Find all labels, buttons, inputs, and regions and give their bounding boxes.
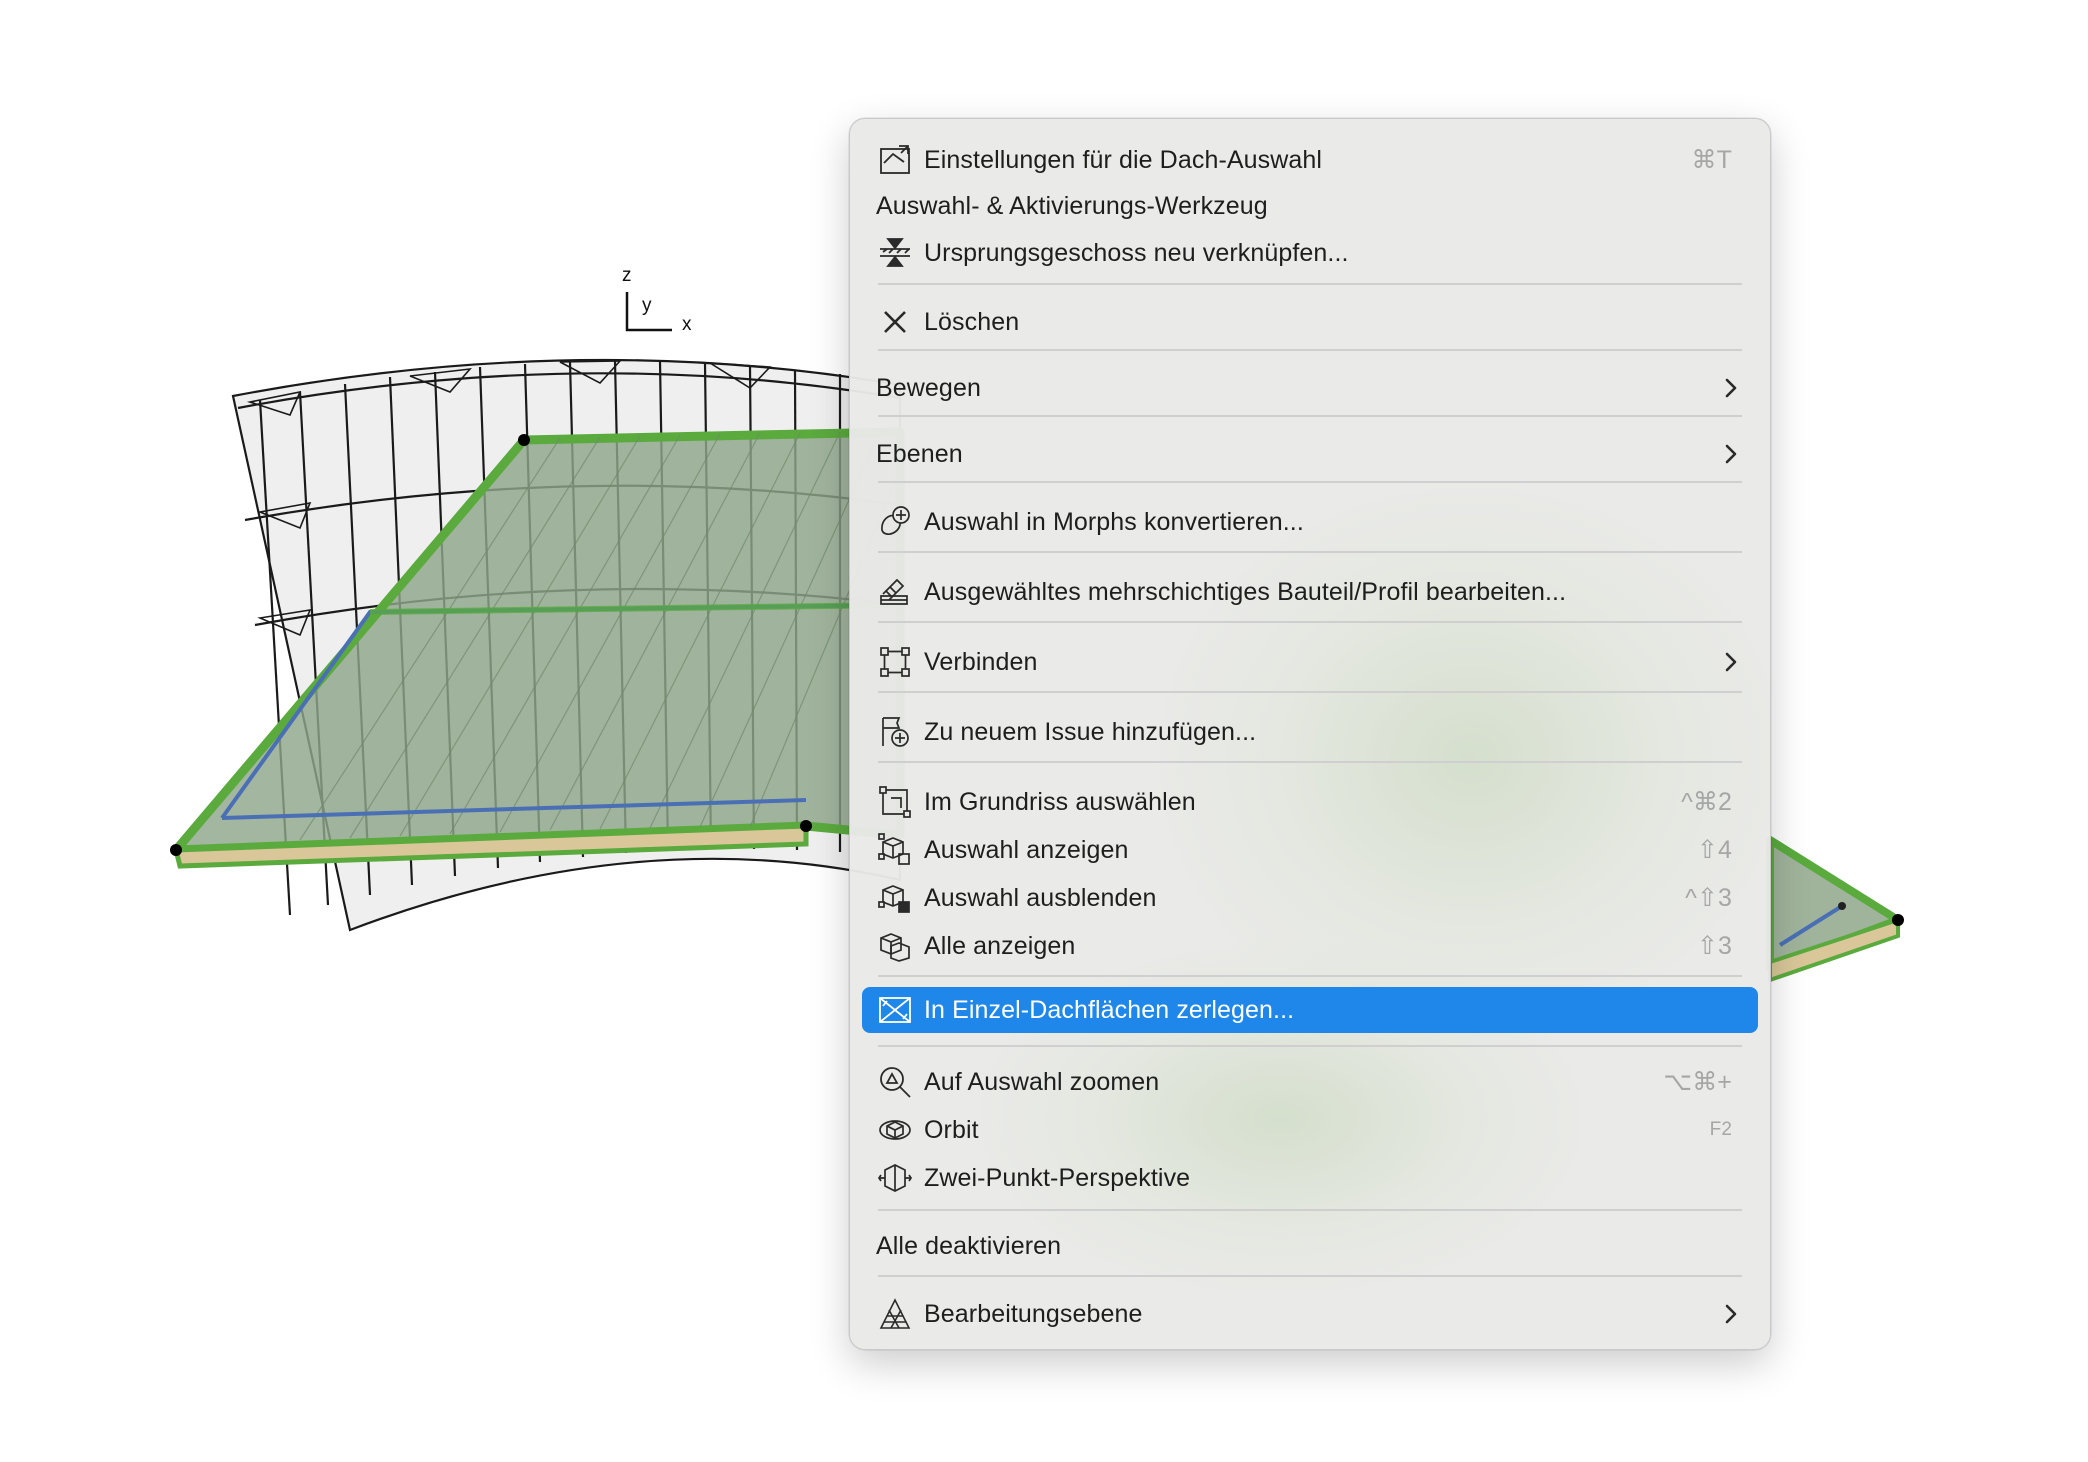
menu-separator (878, 551, 1742, 553)
roof-slab-right (1766, 836, 1904, 983)
menu-item-in-einzel-dachflächen-zerlegen[interactable]: In Einzel-Dachflächen zerlegen... (862, 987, 1758, 1033)
chevron-right-icon (1725, 1304, 1737, 1324)
menu-item-label: Auf Auswahl zoomen (924, 1067, 1160, 1096)
menu-item-löschen[interactable]: Löschen (862, 299, 1758, 345)
shortcut-label: ⌥⌘+ (1663, 1068, 1732, 1096)
menu-item-label: Zu neuem Issue hinzufügen... (924, 717, 1257, 746)
menu-item-auswahl-ausblenden[interactable]: Auswahl ausblenden ^⇧3 (862, 875, 1758, 921)
menu-item-label: Orbit (924, 1115, 979, 1144)
axis-gizmo: z y x (622, 265, 692, 335)
menu-item-auswahl-anzeigen[interactable]: Auswahl anzeigen ⇧4 (862, 827, 1758, 873)
zoom-selection-icon (876, 1063, 914, 1101)
menu-item-einstellungen-für-die-dach-auswahl[interactable]: Einstellungen für die Dach-Auswahl ⌘T (862, 137, 1758, 183)
editing-plane-icon (876, 1295, 914, 1333)
delete-x-icon (876, 303, 914, 341)
menu-item-label: Ursprungsgeschoss neu verknüpfen... (924, 238, 1349, 267)
menu-item-verbinden[interactable]: Verbinden (862, 639, 1758, 685)
menu-item-zu-neuem-issue-hinzufügen[interactable]: Zu neuem Issue hinzufügen... (862, 709, 1758, 755)
menu-item-label: Ausgewähltes mehrschichtiges Bauteil/Pro… (924, 577, 1567, 606)
two-point-perspective-icon (876, 1159, 914, 1197)
menu-item-ursprungsgeschoss-neu-verknüpfen[interactable]: Ursprungsgeschoss neu verknüpfen... (862, 230, 1758, 276)
menu-item-alle-anzeigen[interactable]: Alle anzeigen ⇧3 (862, 923, 1758, 969)
show-selection-icon (876, 831, 914, 869)
connect-icon (876, 643, 914, 681)
menu-separator (878, 1275, 1742, 1277)
add-issue-icon (876, 713, 914, 751)
show-all-icon (876, 927, 914, 965)
menu-separator (878, 761, 1742, 763)
menu-item-label: Bearbeitungsebene (924, 1299, 1143, 1328)
menu-item-zwei-punkt-perspektive[interactable]: Zwei-Punkt-Perspektive (862, 1155, 1758, 1201)
menu-item-label: Alle deaktivieren (876, 1231, 1062, 1260)
explode-roof-icon (876, 991, 914, 1029)
menu-item-alle-deaktivieren[interactable]: Alle deaktivieren (862, 1223, 1758, 1269)
menu-separator (878, 349, 1742, 351)
axis-z-label: z (622, 265, 632, 286)
menu-item-label: Bewegen (876, 373, 981, 402)
menu-item-im-grundriss-auswählen[interactable]: Im Grundriss auswählen ^⌘2 (862, 779, 1758, 825)
menu-item-label: Auswahl in Morphs konvertieren... (924, 507, 1304, 536)
context-menu: Einstellungen für die Dach-Auswahl ⌘T Ausw… (849, 118, 1771, 1350)
morph-convert-icon (876, 503, 914, 541)
menu-item-ebenen[interactable]: Ebenen (862, 431, 1758, 477)
chevron-right-icon (1725, 378, 1737, 398)
menu-separator (878, 691, 1742, 693)
menu-item-orbit[interactable]: Orbit F2 (862, 1107, 1758, 1153)
menu-item-label: Einstellungen für die Dach-Auswahl (924, 145, 1323, 174)
menu-item-label: Ebenen (876, 439, 963, 468)
menu-item-auf-auswahl-zoomen[interactable]: Auf Auswahl zoomen ⌥⌘+ (862, 1059, 1758, 1105)
select-in-plan-icon (876, 783, 914, 821)
shortcut-label: ⇧3 (1696, 932, 1732, 960)
axis-y-label: y (642, 295, 652, 316)
shortcut-label: ^⌘2 (1681, 788, 1732, 816)
composite-edit-icon (876, 573, 914, 611)
chevron-right-icon (1725, 444, 1737, 464)
menu-separator (878, 481, 1742, 483)
menu-item-label: Löschen (924, 307, 1020, 336)
menu-separator (878, 415, 1742, 417)
menu-item-label: Auswahl- & Aktivierungs-Werkzeug (876, 191, 1268, 220)
menu-item-label: Alle anzeigen (924, 931, 1076, 960)
menu-item-label: Auswahl ausblenden (924, 883, 1157, 912)
menu-item-label: Verbinden (924, 647, 1038, 676)
shortcut-label: ⇧4 (1696, 836, 1732, 864)
menu-item-label: In Einzel-Dachflächen zerlegen... (924, 995, 1295, 1024)
shortcut-label: ^⇧3 (1685, 884, 1732, 912)
menu-item-bearbeitungsebene[interactable]: Bearbeitungsebene (862, 1291, 1758, 1337)
menu-item-auswahl-in-morphs-konvertieren[interactable]: Auswahl in Morphs konvertieren... (862, 499, 1758, 545)
menu-item-bewegen[interactable]: Bewegen (862, 365, 1758, 411)
menu-separator (878, 1045, 1742, 1047)
chevron-right-icon (1725, 652, 1737, 672)
hide-selection-icon (876, 879, 914, 917)
menu-separator (878, 1209, 1742, 1211)
orbit-icon (876, 1111, 914, 1149)
menu-item-auswahl-aktivierungs-werkzeug[interactable]: Auswahl- & Aktivierungs-Werkzeug (862, 183, 1758, 229)
axis-x-label: x (682, 314, 692, 335)
menu-separator (878, 975, 1742, 977)
relink-story-icon (876, 234, 914, 272)
roof-settings-icon (876, 141, 914, 179)
menu-item-ausgewähltes-mehrschichtiges-bauteil-pro[interactable]: Ausgewähltes mehrschichtiges Bauteil/Pro… (862, 569, 1758, 615)
menu-item-label: Im Grundriss auswählen (924, 787, 1196, 816)
shortcut-label: ⌘T (1691, 146, 1732, 174)
menu-separator (878, 283, 1742, 285)
menu-item-label: Zwei-Punkt-Perspektive (924, 1163, 1191, 1192)
shortcut-label: F2 (1709, 1119, 1732, 1140)
menu-item-label: Auswahl anzeigen (924, 835, 1129, 864)
menu-separator (878, 621, 1742, 623)
